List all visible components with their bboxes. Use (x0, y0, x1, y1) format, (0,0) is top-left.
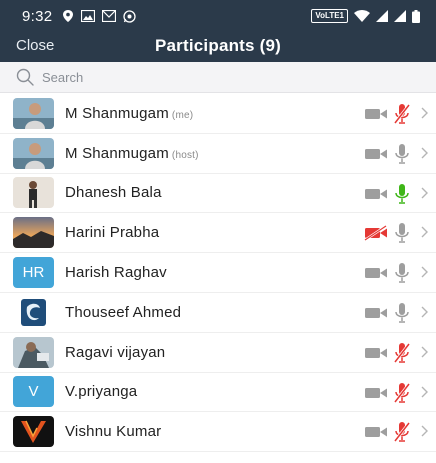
video-camera-icon (364, 385, 388, 401)
nav-bar: Close Participants (9) (0, 32, 436, 62)
status-bar: 9:32 VoLTE1 (0, 0, 436, 32)
chevron-right-icon[interactable] (420, 265, 429, 279)
participant-name: Ragavi vijayan (65, 344, 165, 361)
avatar (13, 217, 54, 249)
video-camera-icon (364, 424, 388, 440)
video-off-icon (364, 225, 388, 242)
participant-name-text: M Shanmugam (65, 144, 169, 162)
microphone-icon (393, 143, 411, 165)
avatar-initials: V (28, 383, 39, 401)
participant-name: Thouseef Ahmed (65, 304, 181, 321)
mic-muted-icon (393, 342, 411, 364)
chevron-right-icon[interactable] (420, 385, 429, 399)
chevron-right-icon[interactable] (420, 186, 429, 200)
participant-name-text: Ragavi vijayan (65, 343, 166, 361)
wifi-icon (354, 10, 370, 22)
participant-name: Vishnu Kumar (65, 423, 161, 440)
participant-row[interactable]: Dhanesh Bala (0, 174, 436, 214)
participant-name: M Shanmugam (me) (65, 105, 193, 122)
gallery-icon (81, 10, 96, 22)
microphone-icon (393, 262, 411, 284)
chevron-right-icon[interactable] (420, 146, 429, 160)
chevron-right-icon[interactable] (420, 225, 429, 239)
chevron-right-icon[interactable] (420, 106, 429, 120)
participant-row[interactable]: M Shanmugam (host) (0, 134, 436, 174)
status-time: 9:32 (22, 7, 53, 25)
participant-name: Harish Raghav (65, 264, 167, 281)
participant-name: M Shanmugam (host) (65, 145, 199, 162)
mic-muted-icon (393, 421, 411, 443)
avatar (13, 137, 54, 169)
participant-role: (host) (171, 149, 199, 161)
participant-row[interactable]: Harini Prabha (0, 213, 436, 254)
participant-name-text: Thouseef Ahmed (65, 303, 182, 321)
chevron-right-icon[interactable] (420, 424, 429, 438)
participant-name-text: Harini Prabha (65, 224, 160, 242)
participant-name-text: Dhanesh Bala (65, 184, 162, 202)
avatar-initials: HR (22, 264, 45, 282)
video-camera-icon (364, 186, 388, 202)
search-input[interactable] (42, 69, 422, 85)
avatar: HR (13, 257, 54, 289)
participant-row[interactable]: Ragavi vijayan (0, 333, 436, 373)
video-camera-icon (364, 265, 388, 281)
whatsapp-icon (123, 9, 137, 23)
volte-badge: VoLTE1 (311, 9, 348, 23)
notification-icons (62, 9, 137, 23)
mail-icon (102, 10, 117, 22)
participant-row[interactable]: Vishnu Kumar (0, 412, 436, 453)
mic-muted-icon (393, 382, 411, 404)
signal-2-icon (394, 10, 406, 22)
participant-name-text: Harish Raghav (65, 264, 167, 282)
participant-name-text: M Shanmugam (65, 104, 169, 122)
microphone-icon (393, 222, 411, 244)
battery-icon (412, 9, 420, 23)
system-status-icons: VoLTE1 (311, 9, 420, 23)
video-camera-icon (364, 345, 388, 361)
avatar (13, 97, 54, 129)
avatar (13, 416, 54, 448)
participant-row[interactable]: Thouseef Ahmed (0, 293, 436, 333)
participant-role: (me) (171, 109, 194, 121)
search-icon (16, 68, 34, 86)
video-camera-icon (364, 305, 388, 321)
participant-name: Harini Prabha (65, 224, 159, 241)
signal-icon (376, 10, 388, 22)
participant-name: V.priyanga (65, 383, 137, 400)
video-camera-icon (364, 106, 388, 122)
page-title: Participants (9) (154, 36, 281, 55)
mic-muted-icon (393, 103, 411, 125)
avatar (13, 336, 54, 368)
chevron-right-icon[interactable] (420, 305, 429, 319)
participant-name-text: V.priyanga (65, 383, 138, 401)
video-camera-icon (364, 146, 388, 162)
avatar: V (13, 376, 54, 408)
participant-row[interactable]: V V.priyanga (0, 373, 436, 413)
participant-list: M Shanmugam (me) M Shanmugam (host) Dhanesh … (0, 94, 436, 453)
participant-name-text: Vishnu Kumar (65, 423, 162, 441)
mic-speaking-icon (393, 183, 411, 205)
microphone-icon (393, 302, 411, 324)
participant-row[interactable]: M Shanmugam (me) (0, 94, 436, 134)
avatar (13, 296, 54, 328)
participant-row[interactable]: HR Harish Raghav (0, 253, 436, 293)
chevron-right-icon[interactable] (420, 345, 429, 359)
participant-name: Dhanesh Bala (65, 184, 162, 201)
location-pin-icon (63, 10, 74, 22)
search-bar (0, 62, 436, 93)
avatar (13, 177, 54, 209)
